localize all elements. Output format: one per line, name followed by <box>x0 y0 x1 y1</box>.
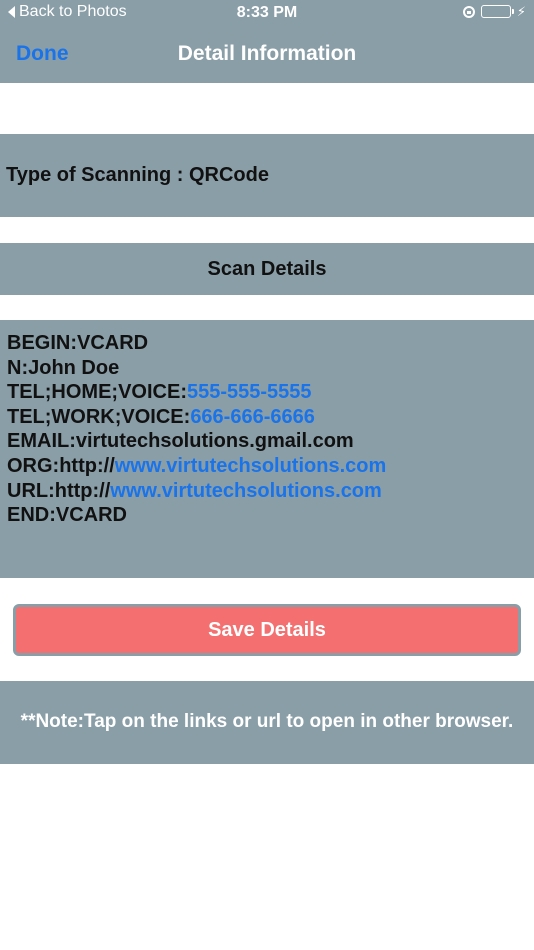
vcard-org: ORG:http://www.virtutechsolutions.com <box>7 454 386 479</box>
scan-type-label: Type of Scanning : QRCode <box>6 164 269 186</box>
navigation-bar: Done Detail Information <box>0 26 534 83</box>
vcard-begin: BEGIN:VCARD <box>7 332 149 354</box>
status-time: 8:33 PM <box>236 4 298 21</box>
url-link[interactable]: www.virtutechsolutions.com <box>110 480 382 502</box>
url-prefix: URL:http:// <box>7 479 111 502</box>
vcard-url: URL:http://www.virtutechsolutions.com <box>7 479 386 504</box>
battery-icon <box>480 5 514 18</box>
page-title: Detail Information <box>177 42 357 65</box>
charging-bolt-icon: ⚡ <box>516 4 526 19</box>
vcard-tel-home: TEL;HOME;VOICE:555-555-5555 <box>7 380 386 405</box>
vcard-tel-work: TEL;WORK;VOICE:666-666-6666 <box>7 405 386 430</box>
scan-details-body: BEGIN:VCARD N:John Doe TEL;HOME;VOICE:55… <box>0 320 534 578</box>
org-prefix: ORG:http:// <box>7 454 115 477</box>
scan-type-section: Type of Scanning : QRCode <box>0 134 534 217</box>
vcard-text: BEGIN:VCARD N:John Doe TEL;HOME;VOICE:55… <box>7 331 386 528</box>
tel-work-link[interactable]: 666-666-6666 <box>190 406 315 428</box>
scan-details-header: Scan Details <box>0 243 534 295</box>
vcard-email: EMAIL:virtutechsolutions.gmail.com <box>7 430 354 453</box>
vcard-end: END:VCARD <box>7 504 127 527</box>
status-icons: ⚡ <box>462 4 526 19</box>
rotation-lock-icon <box>462 5 475 18</box>
tel-work-prefix: TEL;WORK;VOICE: <box>7 405 191 428</box>
status-bar: Back to Photos 8:33 PM ⚡ <box>0 0 534 26</box>
tel-home-prefix: TEL;HOME;VOICE: <box>7 381 187 404</box>
note-text: **Note:Tap on the links or url to open i… <box>20 711 514 732</box>
org-link[interactable]: www.virtutechsolutions.com <box>115 455 387 477</box>
note-section: **Note:Tap on the links or url to open i… <box>0 681 534 764</box>
save-details-button[interactable]: Save Details <box>13 604 521 656</box>
tel-home-link[interactable]: 555-555-5555 <box>187 381 312 403</box>
vcard-name: N:John Doe <box>7 356 120 379</box>
scan-details-title: Scan Details <box>207 258 327 280</box>
